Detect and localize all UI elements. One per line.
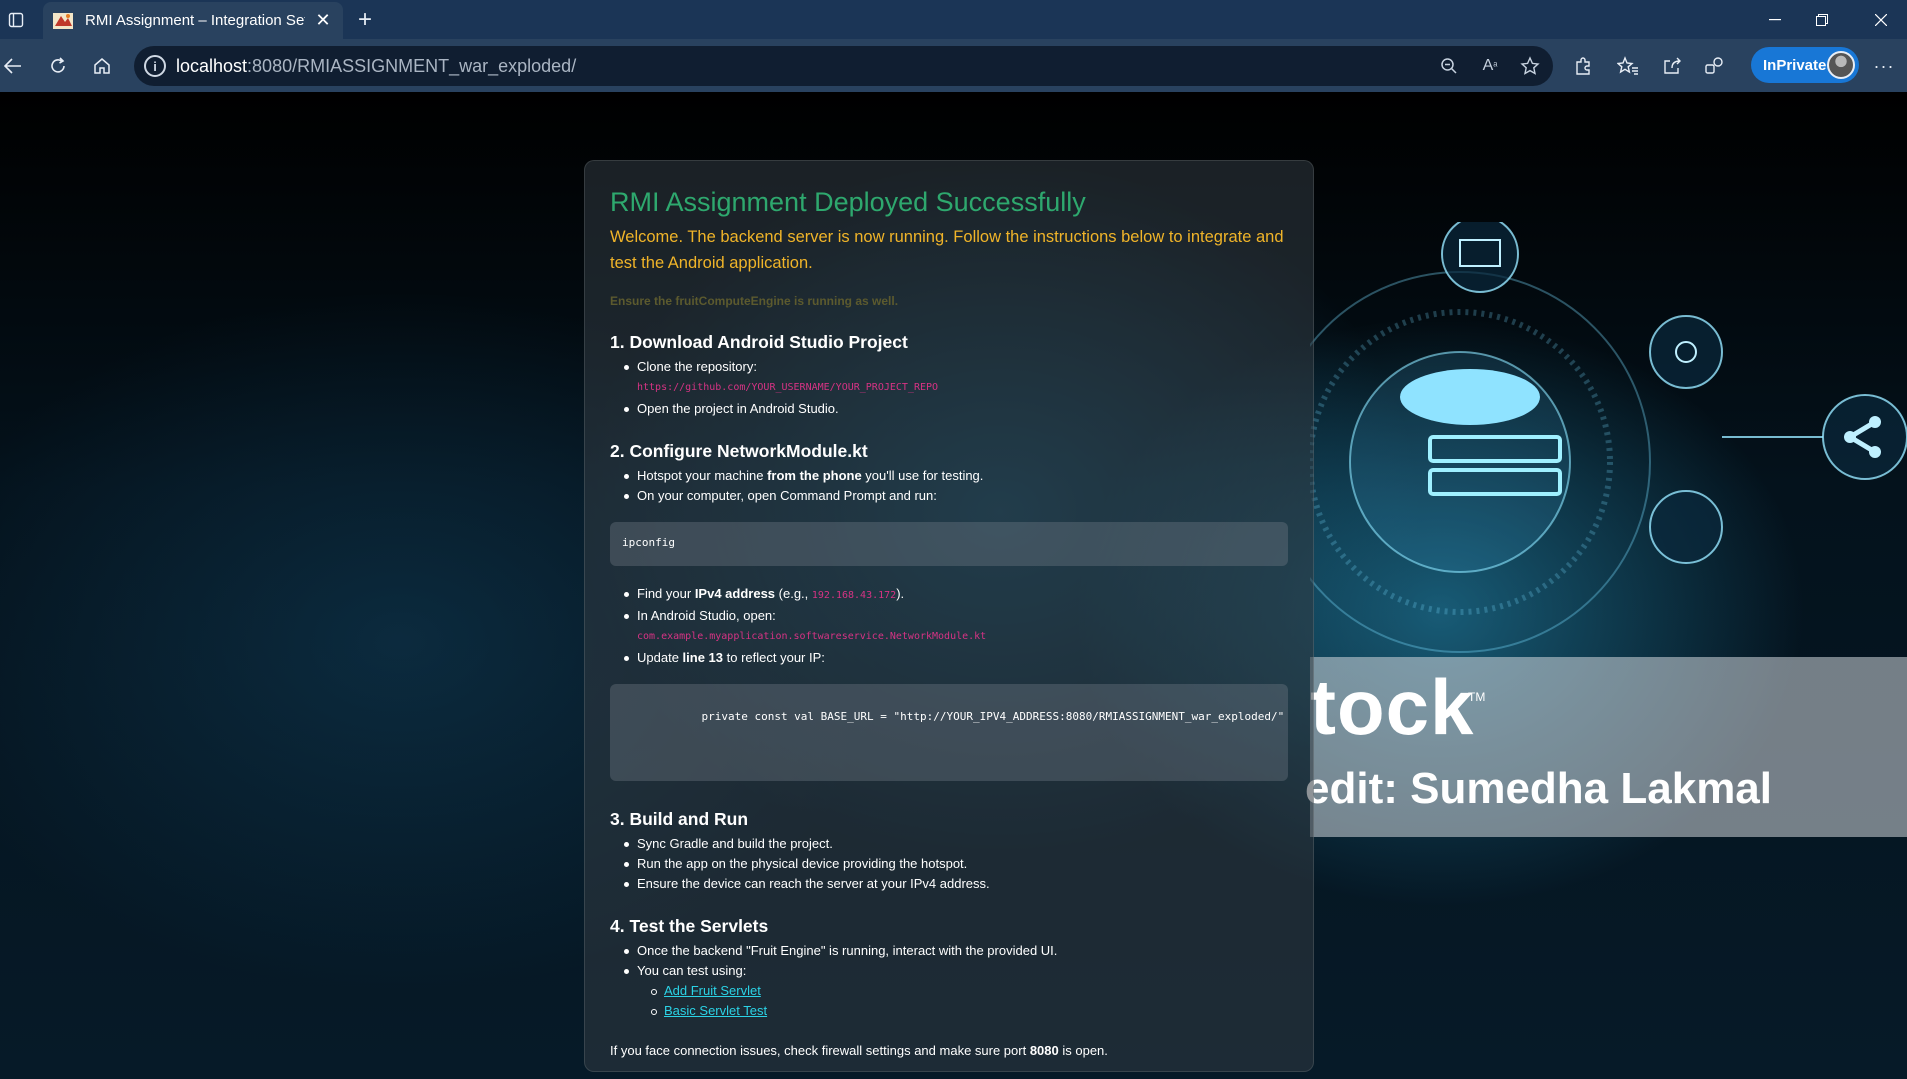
repo-url-code[interactable]: https://github.com/YOUR_USERNAME/YOUR_PR… (637, 377, 1288, 399)
footer-note: If you face connection issues, check fir… (610, 1043, 1108, 1058)
url-text[interactable]: localhost:8080/RMIASSIGNMENT_war_explode… (176, 56, 576, 77)
list-item: Hotspot your machine from the phone you'… (624, 466, 1288, 486)
extensions-icon[interactable] (1566, 49, 1600, 83)
list-item: Open the project in Android Studio. (624, 399, 1288, 419)
welcome-text: Welcome. The backend server is now runni… (610, 228, 1284, 272)
page-viewport: tock TM edit: Sumedha Lakmal RMI Assignm… (0, 92, 1907, 1079)
section-configure: 2. Configure NetworkModule.kt Hotspot yo… (610, 441, 1288, 781)
list-item: Update line 13 to reflect your IP: (624, 648, 1288, 668)
close-window-button[interactable] (1855, 0, 1907, 39)
copilot-icon[interactable] (1697, 49, 1731, 83)
watermark-tm: TM (1468, 690, 1486, 704)
list-item: Once the backend "Fruit Engine" is runni… (624, 941, 1288, 961)
back-icon[interactable] (0, 49, 30, 83)
module-path-code[interactable]: com.example.myapplication.softwareservic… (637, 626, 1288, 648)
list-item: Run the app on the physical device provi… (624, 854, 1288, 874)
example-ip-code: 192.168.43.172 (811, 590, 897, 601)
instructions-card: RMI Assignment Deployed Successfully Wel… (584, 160, 1314, 1072)
engine-note: Ensure the fruitComputeEngine is running… (610, 294, 899, 308)
browser-tab-bar: RMI Assignment – Integration Set ✕ + (0, 0, 1907, 39)
list-item: Find your IPv4 address (e.g., 192.168.43… (624, 584, 1288, 606)
list-item: You can test using: Add Fruit Servlet Ba… (624, 961, 1288, 1021)
tab-close-icon[interactable]: ✕ (313, 10, 333, 31)
site-info-icon[interactable]: i (144, 55, 166, 77)
list-item: Clone the repository: https://github.com… (624, 357, 1288, 399)
section-heading: 4. Test the Servlets (610, 916, 769, 936)
section-heading: 1. Download Android Studio Project (610, 332, 908, 352)
list-item: Basic Servlet Test (651, 1001, 1288, 1021)
base-url-code-block[interactable]: private const val BASE_URL = "http://YOU… (610, 684, 1288, 781)
list-item: Sync Gradle and build the project. (624, 834, 1288, 854)
favicon-icon (53, 12, 73, 29)
refresh-icon[interactable] (41, 49, 75, 83)
tab-actions-icon[interactable] (0, 4, 32, 36)
ipconfig-code-block[interactable]: ipconfig (610, 522, 1288, 566)
read-aloud-icon[interactable]: Aᵃ (1475, 51, 1505, 81)
inprivate-button[interactable]: InPrivate (1751, 47, 1859, 83)
section-heading: 2. Configure NetworkModule.kt (610, 441, 868, 461)
add-fruit-servlet-link[interactable]: Add Fruit Servlet (664, 983, 761, 998)
address-bar[interactable]: i localhost:8080/RMIASSIGNMENT_war_explo… (134, 46, 1553, 86)
section-test: 4. Test the Servlets Once the backend "F… (610, 916, 1288, 1021)
restore-button[interactable] (1796, 0, 1848, 39)
basic-servlet-test-link[interactable]: Basic Servlet Test (664, 1003, 767, 1018)
avatar (1827, 51, 1855, 79)
more-menu-icon[interactable]: ··· (1867, 49, 1901, 83)
browser-tab-active[interactable]: RMI Assignment – Integration Set ✕ (43, 2, 343, 39)
section-download: 1. Download Android Studio Project Clone… (610, 332, 1288, 419)
list-item: On your computer, open Command Prompt an… (624, 486, 1288, 506)
favorite-star-icon[interactable] (1515, 51, 1545, 81)
list-item: Ensure the device can reach the server a… (624, 874, 1288, 894)
list-item: Add Fruit Servlet (651, 981, 1288, 1001)
browser-toolbar: i localhost:8080/RMIASSIGNMENT_war_explo… (0, 39, 1907, 92)
section-heading: 3. Build and Run (610, 809, 749, 829)
page-title: RMI Assignment Deployed Successfully (610, 187, 1086, 217)
tech-hologram-illustration (1310, 222, 1907, 653)
home-icon[interactable] (85, 49, 119, 83)
favorites-icon[interactable] (1611, 49, 1645, 83)
new-tab-button[interactable]: + (349, 4, 381, 36)
watermark-credit: edit: Sumedha Lakmal (1305, 764, 1773, 813)
minimize-button[interactable] (1749, 0, 1801, 39)
zoom-icon[interactable] (1434, 51, 1464, 81)
watermark-text: tock (1310, 663, 1475, 751)
section-build: 3. Build and Run Sync Gradle and build t… (610, 809, 1288, 894)
share-icon[interactable] (1655, 49, 1689, 83)
list-item: In Android Studio, open: com.example.mya… (624, 606, 1288, 648)
tab-title: RMI Assignment – Integration Set (85, 12, 305, 29)
